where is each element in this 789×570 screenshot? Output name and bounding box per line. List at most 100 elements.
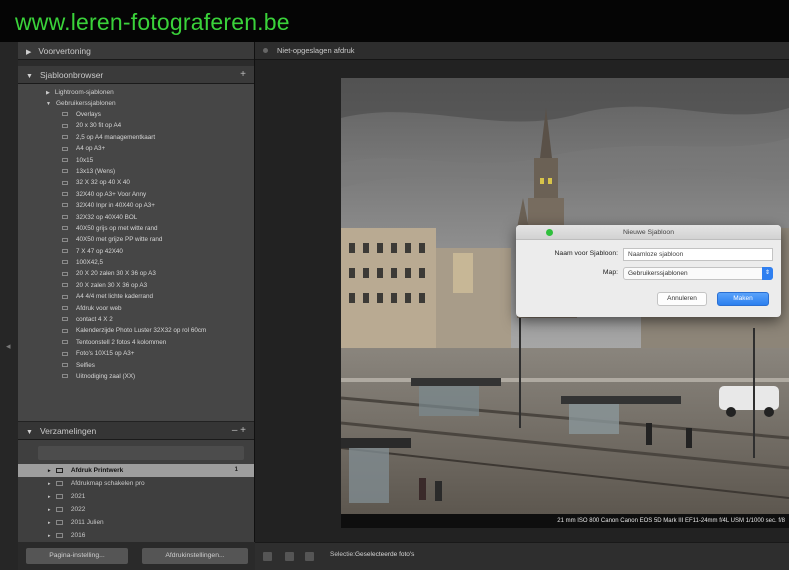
collection-label: Afdruk Printwerk <box>70 467 124 474</box>
print-job-strip: Niet-opgeslagen afdruk <box>255 42 789 60</box>
template-item-label: 2,5 op A4 managementkaart <box>76 133 156 141</box>
template-item[interactable]: 2,5 op A4 managementkaart <box>18 132 254 143</box>
add-template-button[interactable]: + <box>240 66 246 84</box>
template-item[interactable]: 10x15 <box>18 155 254 166</box>
template-item[interactable]: 20 X 20 zalen 30 X 36 op A3 <box>18 268 254 279</box>
template-item[interactable]: 32X32 op 40X40 BOL <box>18 212 254 223</box>
expand-triangle-icon[interactable]: ▸ <box>48 507 52 513</box>
preview-title: Voorvertoning <box>38 46 91 56</box>
template-item-label: 32X40 Inpr in 40X40 op A3+ <box>76 202 155 210</box>
template-item-label: 7 X 47 op 42X40 <box>76 247 123 255</box>
template-item-label: Afdruk voor web <box>76 304 122 312</box>
template-page-icon <box>62 260 68 265</box>
template-item[interactable]: 7 X 47 op 42X40 <box>18 246 254 257</box>
status-dot-icon <box>263 48 268 53</box>
template-page-icon <box>62 214 68 219</box>
collection-row[interactable]: ▸ Afdrukmap schakelen pro <box>18 477 254 490</box>
template-page-icon <box>62 271 68 276</box>
collection-set-icon <box>55 493 63 499</box>
template-page-icon <box>62 112 68 117</box>
template-item[interactable]: Selfies <box>18 360 254 371</box>
collection-count: 1 <box>234 467 238 473</box>
collections-header[interactable]: ▼ Verzamelingen – + <box>18 422 254 440</box>
template-item[interactable]: Foto's 10X15 op A3+ <box>18 348 254 359</box>
collapsed-triangle-icon: ▶ <box>26 49 32 56</box>
template-item[interactable]: 100X42,5 <box>18 257 254 268</box>
template-name-input[interactable]: Naamloze sjabloon <box>623 248 773 261</box>
template-page-icon <box>62 157 68 162</box>
template-folder-label: Map: <box>602 269 618 276</box>
template-item-label: 32X32 op 40X40 BOL <box>76 213 138 221</box>
next-page-icon[interactable] <box>305 552 314 561</box>
template-item-label: Foto's 10X15 op A3+ <box>76 350 135 358</box>
cancel-button[interactable]: Annuleren <box>657 292 707 306</box>
template-item[interactable]: 32X40 op A3+ Voor Anny <box>18 189 254 200</box>
template-page-icon <box>62 192 68 197</box>
expand-triangle-icon[interactable]: ▸ <box>48 468 52 474</box>
template-page-icon <box>62 169 68 174</box>
grid-view-icon[interactable] <box>263 552 272 561</box>
template-folder[interactable]: ▼ Gebruikerssjablonen <box>18 98 254 109</box>
template-item[interactable]: A4 op A3+ <box>18 143 254 154</box>
template-item-label: 100X42,5 <box>76 259 103 267</box>
template-item[interactable]: Afdruk voor web <box>18 303 254 314</box>
template-item[interactable]: 32 X 32 op 40 X 40 <box>18 177 254 188</box>
template-item[interactable]: Kalenderzijde Photo Luster 32X32 op rol … <box>18 325 254 336</box>
template-item-label: 32X40 op A3+ Voor Anny <box>76 190 147 198</box>
expand-triangle-icon[interactable]: ▸ <box>48 494 52 500</box>
template-folder-row: Map: Gebruikerssjablonen ⇕ <box>516 267 781 281</box>
template-item[interactable]: A4 4/4 met lichte kaderrand <box>18 291 254 302</box>
collection-row[interactable]: ▸ 2021 <box>18 490 254 503</box>
create-button[interactable]: Maken <box>717 292 769 306</box>
expand-triangle-icon[interactable]: ▸ <box>48 533 52 539</box>
folder-caret-icon: ▶ <box>46 90 50 96</box>
template-page-icon <box>62 351 68 356</box>
collection-row[interactable]: ▸ 2016 <box>18 529 254 542</box>
template-item[interactable]: Uitnodiging zaal (XX) <box>18 371 254 382</box>
dialog-titlebar: Nieuwe Sjabloon <box>516 225 781 240</box>
collections-filter-input[interactable] <box>38 446 244 460</box>
expand-triangle-icon[interactable]: ▸ <box>48 520 52 526</box>
prev-page-icon[interactable] <box>285 552 294 561</box>
template-folder-select[interactable]: Gebruikerssjablonen ⇕ <box>623 267 773 280</box>
template-page-icon <box>62 317 68 322</box>
collection-set-icon <box>55 532 63 538</box>
collection-row[interactable]: ▸ Afdruk Printwerk 1 <box>18 464 254 477</box>
collection-set-icon <box>55 506 63 512</box>
template-item-label: 10x15 <box>76 156 94 164</box>
template-item[interactable]: Overlays <box>18 109 254 120</box>
template-item-label: 40X50 grijs op met witte rand <box>76 224 158 232</box>
page-setup-button[interactable]: Pagina-instelling... <box>26 548 128 564</box>
collapse-arrow-icon[interactable]: ◂ <box>6 342 11 352</box>
template-item-label: A4 op A3+ <box>76 145 106 153</box>
dropdown-arrows-icon: ⇕ <box>762 267 773 280</box>
collection-label: 2016 <box>70 532 86 539</box>
template-browser-title: Sjabloonbrowser <box>39 70 104 80</box>
expand-triangle-icon[interactable]: ▸ <box>48 481 52 487</box>
template-item[interactable]: 20 X zalen 30 X 36 op A3 <box>18 280 254 291</box>
preview-panel-header[interactable]: ▶ Voorvertoning <box>18 42 254 60</box>
collection-label: Afdrukmap schakelen pro <box>70 480 145 487</box>
template-item[interactable]: 32X40 Inpr in 40X40 op A3+ <box>18 200 254 211</box>
template-item[interactable]: 20 x 30 fit op A4 <box>18 120 254 131</box>
selection-dropdown[interactable]: Geselecteerde foto's <box>355 551 414 558</box>
template-item[interactable]: 40X50 grijs op met witte rand <box>18 223 254 234</box>
template-item[interactable]: 40X50 met grijze PP witte rand <box>18 234 254 245</box>
print-settings-button[interactable]: Afdrukinstellingen... <box>142 548 248 564</box>
template-list: ▶ Lightroom-sjablonen ▼ Gebruikerssjablone… <box>18 84 254 382</box>
collection-row[interactable]: ▸ 2011 Julien <box>18 516 254 529</box>
template-item-label: 32 X 32 op 40 X 40 <box>76 179 130 187</box>
template-page-icon <box>62 123 68 128</box>
template-item[interactable]: 13x13 (Wens) <box>18 166 254 177</box>
app-window: www.leren-fotograferen.be ◂ ▶ Voorvertoni… <box>0 0 789 570</box>
photo-metadata: 21 mm ISO 800 Canon Canon EOS 5D Mark II… <box>557 518 785 524</box>
template-item[interactable]: contact 4 X 2 <box>18 314 254 325</box>
template-item[interactable]: Tentoonstell 2 fotos 4 kolommen <box>18 337 254 348</box>
collections-menu-icon[interactable]: – + <box>232 422 246 440</box>
template-item-label: A4 4/4 met lichte kaderrand <box>76 293 154 301</box>
template-folder-value: Gebruikerssjablonen <box>628 270 688 277</box>
selection-label: Selectie: <box>330 551 355 558</box>
collection-row[interactable]: ▸ 2022 <box>18 503 254 516</box>
template-folder[interactable]: ▶ Lightroom-sjablonen <box>18 87 254 98</box>
template-browser-header[interactable]: ▼ Sjabloonbrowser + <box>18 66 254 84</box>
